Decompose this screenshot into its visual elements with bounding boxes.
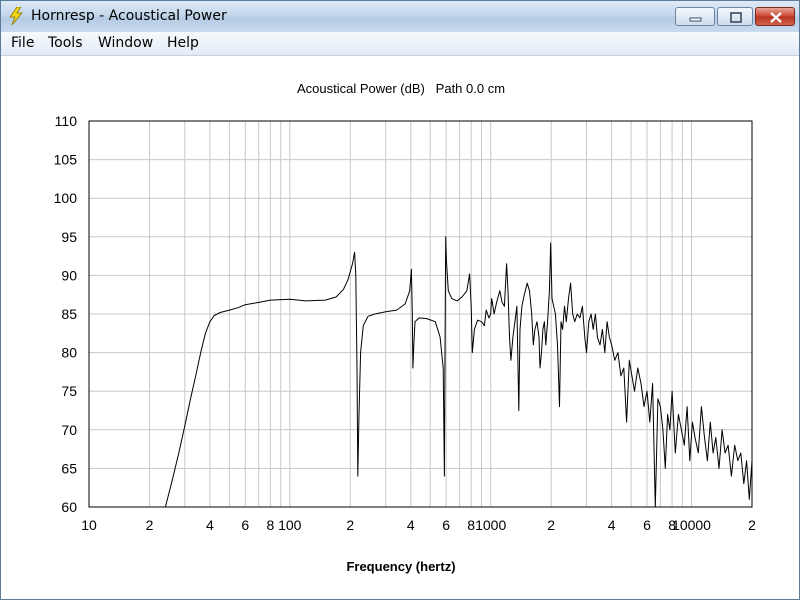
window-title: Hornresp - Acoustical Power bbox=[31, 8, 227, 24]
y-tick-label: 65 bbox=[61, 460, 77, 476]
x-tick-label: 4 bbox=[206, 517, 214, 533]
x-tick-label: 8 bbox=[267, 517, 275, 533]
x-axis-label: Frequency (hertz) bbox=[346, 559, 455, 574]
y-tick-label: 110 bbox=[55, 113, 78, 129]
title-bar[interactable]: Hornresp - Acoustical Power bbox=[1, 1, 799, 32]
app-window: Hornresp - Acoustical Power File Tools W… bbox=[0, 0, 800, 600]
x-tick-label: 2 bbox=[346, 517, 354, 533]
y-tick-label: 85 bbox=[61, 306, 77, 322]
x-tick-label: 10 bbox=[81, 517, 97, 533]
x-tick-label: 2 bbox=[146, 517, 154, 533]
x-tick-label: 4 bbox=[608, 517, 616, 533]
y-tick-label: 75 bbox=[61, 383, 77, 399]
close-button[interactable] bbox=[755, 7, 795, 26]
y-tick-label: 105 bbox=[54, 152, 78, 168]
y-tick-label: 80 bbox=[61, 345, 77, 361]
y-tick-label: 100 bbox=[54, 190, 78, 206]
lightning-icon bbox=[9, 7, 23, 25]
x-tick-label: 10000 bbox=[672, 517, 711, 533]
x-tick-label: 4 bbox=[407, 517, 415, 533]
x-tick-label: 2 bbox=[547, 517, 555, 533]
x-tick-label: 2 bbox=[748, 517, 756, 533]
y-tick-label: 95 bbox=[61, 229, 77, 245]
menu-tools[interactable]: Tools bbox=[48, 35, 83, 51]
close-icon bbox=[770, 12, 782, 23]
minimize-button[interactable] bbox=[675, 7, 715, 26]
y-tick-label: 60 bbox=[61, 499, 77, 515]
acoustical-power-chart[interactable]: Acoustical Power (dB) Path 0.0 cm 60 65 70… bbox=[1, 56, 799, 599]
menu-window[interactable]: Window bbox=[98, 35, 153, 51]
y-tick-label: 90 bbox=[61, 267, 77, 283]
chart-title: Acoustical Power (dB) Path 0.0 cm bbox=[297, 81, 505, 96]
menu-bar: File Tools Window Help bbox=[1, 32, 799, 56]
x-tick-label: 6 bbox=[643, 517, 651, 533]
menu-help[interactable]: Help bbox=[167, 35, 199, 51]
maximize-button[interactable] bbox=[717, 7, 753, 26]
x-tick-label: 6 bbox=[241, 517, 249, 533]
y-tick-label: 70 bbox=[61, 422, 77, 438]
maximize-icon bbox=[730, 12, 742, 23]
x-tick-label: 1000 bbox=[475, 517, 506, 533]
menu-file[interactable]: File bbox=[11, 35, 34, 51]
x-tick-label: 6 bbox=[442, 517, 450, 533]
power-curve bbox=[164, 236, 753, 508]
x-tick-label: 100 bbox=[278, 517, 302, 533]
minimize-icon bbox=[689, 17, 702, 22]
x-tick-label: 8 bbox=[467, 517, 475, 533]
chart-area: Acoustical Power (dB) Path 0.0 cm 60 65 70… bbox=[1, 56, 799, 599]
